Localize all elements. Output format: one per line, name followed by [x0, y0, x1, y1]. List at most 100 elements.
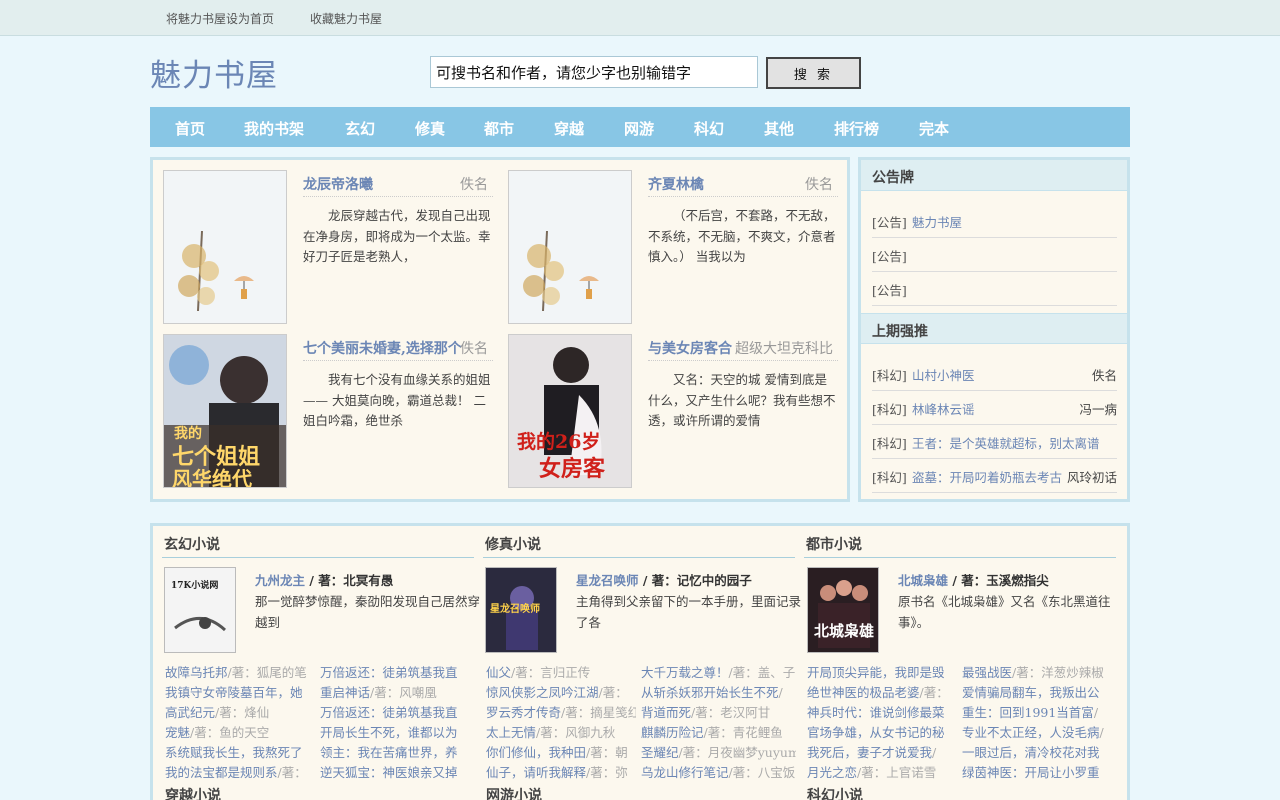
list-item[interactable]: 专业不太正经，人没毛病/ [962, 723, 1112, 743]
list-item[interactable]: 万倍返还：徒弟筑基我直 [320, 703, 465, 723]
list-item[interactable]: 一眼过后，清冷校花对我 [962, 743, 1112, 763]
list-item[interactable]: 万倍返还：徒弟筑基我直 [320, 663, 465, 683]
list-item[interactable]: 从斩杀妖邪开始长生不死/ [641, 683, 796, 703]
list-item[interactable]: 惊风侠影之凤吟江湖/著： [486, 683, 636, 703]
recommend-link[interactable]: 林峰林云谣 [912, 399, 975, 418]
category-title[interactable]: 玄幻小说 [162, 534, 474, 558]
nav-item-home[interactable]: 首页 [175, 118, 205, 139]
featured-book-title[interactable]: 与美女房客合 [648, 338, 732, 358]
set-homepage-link[interactable]: 将魅力书屋设为首页 [166, 10, 274, 27]
recommend-link[interactable]: 王者：是个英雄就超标，别太离谱 [912, 433, 1100, 452]
list-item[interactable]: 绿茵神医：开局让小罗重 [962, 763, 1112, 783]
list-item[interactable]: 故障乌托邦/著：狐尾的笔 [165, 663, 315, 683]
list-item[interactable]: 高武纪元/著：烽仙 [165, 703, 315, 723]
list-item[interactable]: 官场争雄，从女书记的秘 [807, 723, 957, 743]
nav-item-ranking[interactable]: 排行榜 [834, 118, 879, 139]
recommend-link[interactable]: 盗墓：开局叼着奶瓶去考古 [912, 467, 1062, 486]
list-item[interactable]: 我镇守女帝陵墓百年，她 [165, 683, 315, 703]
list-item[interactable]: 领主：我在苦痛世界，养 [320, 743, 465, 763]
list-item[interactable]: 开局顶尖异能，我即是毁 [807, 663, 957, 683]
list-item[interactable]: 背道而死/著：老汉阿甘 [641, 703, 796, 723]
recommend-item: [科幻] 王者：是个英雄就超标，别太离谱 [872, 425, 1117, 459]
divider [303, 196, 493, 197]
umbrella-tree-cover-icon [509, 171, 631, 323]
featured-book: 我的26岁 女房客 与美女房客合 超级大坦克科比 又名：天空的城 爱情到底是什么… [498, 324, 838, 488]
list-item[interactable]: 神兵时代：谁说剑修最菜 [807, 703, 957, 723]
notice-item: [公告] [872, 238, 1117, 272]
recommend-item: [科幻] 林峰林云谣 冯一病 [872, 391, 1117, 425]
category-title[interactable]: 穿越小说 [165, 785, 221, 800]
notice-link[interactable]: 魅力书屋 [912, 212, 962, 231]
book-cover[interactable]: 北城枭雄 [807, 567, 879, 653]
recommend-author: 风玲初话 [1066, 470, 1117, 485]
recommend-author: 冯一病 [1079, 402, 1117, 417]
featured-book-desc: 又名：天空的城 爱情到底是什么，又产生什么呢？我有些想不透，或许所谓的爱情 [648, 372, 836, 428]
category-top-book: 北城枭雄 / 著：玉溪燃指尖 [898, 570, 1049, 589]
nav-item-wangyou[interactable]: 网游 [624, 118, 654, 139]
site-logo[interactable]: 魅力书屋 [150, 50, 278, 95]
list-item[interactable]: 爱情骗局翻车，我叛出公 [962, 683, 1112, 703]
featured-book-title[interactable]: 齐夏林檎 [648, 174, 704, 194]
cover-text: 女房客 [539, 456, 606, 482]
recommend-link[interactable]: 山村小神医 [912, 365, 975, 384]
book-cover[interactable]: 我的26岁 女房客 [508, 334, 632, 488]
nav-item-xiuzhen[interactable]: 修真 [415, 118, 445, 139]
nav-item-completed[interactable]: 完本 [919, 118, 949, 139]
nav-item-dushi[interactable]: 都市 [484, 118, 514, 139]
list-item[interactable]: 仙子，请听我解释/著：弥 [486, 763, 636, 783]
list-item[interactable]: 系统赋我长生，我熬死了 [165, 743, 315, 763]
nav-item-kehuan[interactable]: 科幻 [694, 118, 724, 139]
top-book-title[interactable]: 九州龙主 [255, 573, 305, 588]
recommend-tag: [科幻] [872, 436, 907, 451]
list-item[interactable]: 我死后，妻子才说爱我/ [807, 743, 957, 763]
book-cover[interactable] [163, 170, 287, 324]
list-item[interactable]: 绝世神医的极品老婆/著： [807, 683, 957, 703]
top-book-desc: 原书名《北城枭雄》又名《东北黑道往事》。 [898, 594, 1111, 630]
list-item[interactable]: 宠魅/著：鱼的天空 [165, 723, 315, 743]
category-title[interactable]: 都市小说 [804, 534, 1116, 558]
list-item[interactable]: 罗云秀才传奇/著：摘星笺红 [486, 703, 636, 723]
top-book-author: / 著：记忆中的园子 [638, 573, 752, 588]
cover-text: 北城枭雄 [814, 622, 875, 640]
nav-item-chuanyue[interactable]: 穿越 [554, 118, 584, 139]
recommend-tag: [科幻] [872, 470, 907, 485]
top-book-title[interactable]: 北城枭雄 [898, 573, 948, 588]
search-input[interactable] [430, 56, 758, 88]
book-cover[interactable]: 17K小说网 [164, 567, 236, 653]
category-title[interactable]: 修真小说 [483, 534, 795, 558]
featured-book-author: 佚名 [460, 177, 488, 193]
book-cover[interactable]: 星龙召唤师 [485, 567, 557, 653]
featured-book-title[interactable]: 七个美丽未婚妻,选择那个 [303, 338, 462, 358]
book-cover[interactable] [508, 170, 632, 324]
list-item[interactable]: 麒麟历险记/著：青花鲤鱼 [641, 723, 796, 743]
list-item[interactable]: 开局长生不死，谁都以为 [320, 723, 465, 743]
list-item[interactable]: 太上无情/著：风御九秋 [486, 723, 636, 743]
featured-book: 我的 七个姐姐 风华绝代 七个美丽未婚妻,选择那个 佚名 我有七个没有血缘关系的… [153, 324, 493, 488]
list-item[interactable]: 大千万载之尊！/著：盖、子 [641, 663, 796, 683]
category-sections: 玄幻小说 17K小说网 九州龙主 / 著：北冥有愚 那一觉醉梦惊醒，秦劭阳发现自… [150, 523, 1130, 800]
featured-book-title[interactable]: 龙辰帝洛曦 [303, 174, 373, 194]
category-title[interactable]: 网游小说 [486, 785, 542, 800]
list-item[interactable]: 乌龙山修行笔记/著：八宝饭 [641, 763, 796, 783]
list-item[interactable]: 月光之恋/著：上官诺雪 [807, 763, 957, 783]
list-item[interactable]: 仙父/著：言归正传 [486, 663, 636, 683]
divider [648, 360, 838, 361]
divider [648, 196, 838, 197]
nav-item-bookshelf[interactable]: 我的书架 [244, 118, 304, 139]
list-item[interactable]: 最强战医/著：洋葱炒辣椒 [962, 663, 1112, 683]
list-item[interactable]: 圣耀纪/著：月夜幽梦yuyume [641, 743, 796, 763]
top-book-title[interactable]: 星龙召唤师 [576, 573, 639, 588]
list-item[interactable]: 你们修仙，我种田/著：朝 [486, 743, 636, 763]
sidebar: 公告牌 [公告] 魅力书屋 [公告] [公告] 上期强推 [科幻] 山村小神医 … [858, 157, 1130, 502]
nav-item-other[interactable]: 其他 [764, 118, 794, 139]
book-cover[interactable]: 我的 七个姐姐 风华绝代 [163, 334, 287, 488]
top-book-desc: 主角得到父亲留下的一本手册，里面记录了各 [576, 594, 802, 630]
list-item[interactable]: 重生：回到1991当首富/ [962, 703, 1112, 723]
category-title[interactable]: 科幻小说 [807, 785, 863, 800]
list-item[interactable]: 我的法宝都是规则系/著： [165, 763, 315, 783]
nav-item-xuanhuan[interactable]: 玄幻 [345, 118, 375, 139]
search-button[interactable]: 搜 索 [766, 57, 861, 89]
list-item[interactable]: 重启神话/著：风嘲凰 [320, 683, 465, 703]
list-item[interactable]: 逆天狐宝：神医娘亲又掉 [320, 763, 465, 783]
bookmark-link[interactable]: 收藏魅力书屋 [310, 10, 382, 27]
